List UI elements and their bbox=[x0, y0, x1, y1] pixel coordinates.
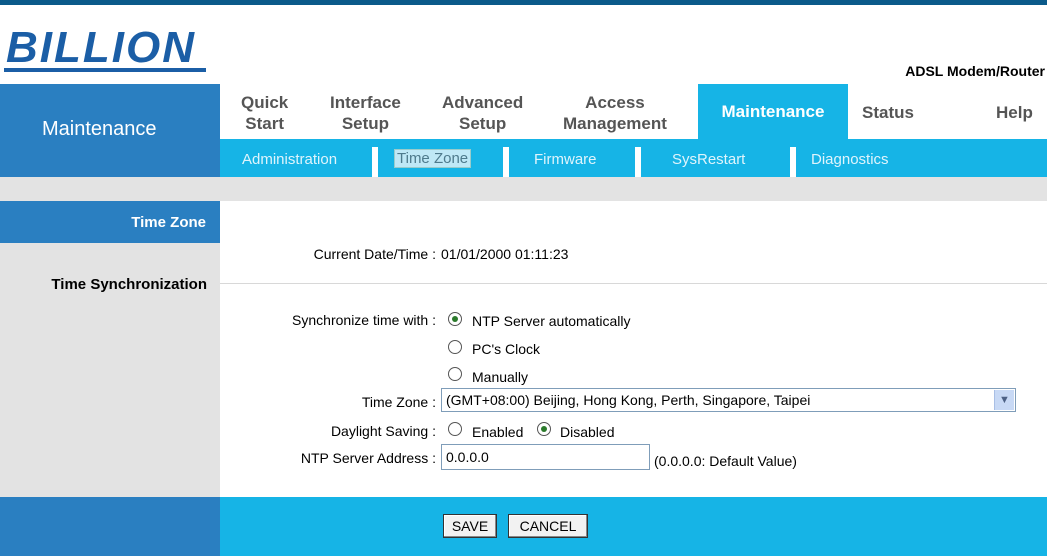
menu-quick-start[interactable]: Quick Start bbox=[241, 92, 288, 134]
submenu-separator bbox=[503, 147, 509, 177]
save-button[interactable]: SAVE bbox=[443, 514, 497, 538]
billion-logo: BILLION bbox=[2, 24, 208, 80]
submenu-time-zone[interactable]: Time Zone bbox=[394, 149, 472, 168]
left-nav-header: Maintenance bbox=[0, 84, 220, 177]
section-title-time-sync: Time Synchronization bbox=[51, 276, 207, 293]
radio-ntp-server-label: NTP Server automatically bbox=[472, 313, 631, 329]
radio-dst-enabled[interactable] bbox=[448, 422, 462, 436]
section-sidebar bbox=[0, 201, 220, 497]
section-title-time-zone: Time Zone bbox=[0, 201, 220, 243]
submenu-diagnostics[interactable]: Diagnostics bbox=[811, 151, 889, 168]
radio-pc-clock-label: PC's Clock bbox=[472, 341, 541, 357]
time-zone-select[interactable]: (GMT+08:00) Beijing, Hong Kong, Perth, S… bbox=[441, 388, 1016, 412]
svg-text:BILLION: BILLION bbox=[6, 24, 196, 72]
product-name: ADSL Modem/Router bbox=[905, 63, 1045, 79]
main-menu: Quick Start Interface Setup Advanced Set… bbox=[220, 84, 1047, 139]
submenu-sysrestart[interactable]: SysRestart bbox=[672, 151, 745, 168]
menu-status[interactable]: Status bbox=[862, 102, 914, 123]
current-datetime-value: 01/01/2000 01:11:23 bbox=[441, 246, 569, 262]
radio-dst-disabled-label: Disabled bbox=[560, 424, 615, 440]
radio-ntp-server[interactable] bbox=[448, 312, 462, 326]
submenu-separator bbox=[790, 147, 796, 177]
submenu-separator bbox=[372, 147, 378, 177]
menu-maintenance[interactable]: Maintenance bbox=[698, 84, 848, 139]
footer-left-block bbox=[0, 497, 220, 556]
ntp-address-hint: (0.0.0.0: Default Value) bbox=[654, 453, 797, 469]
submenu-administration[interactable]: Administration bbox=[242, 151, 337, 168]
current-datetime-label: Current Date/Time : bbox=[313, 246, 436, 262]
section-divider bbox=[220, 283, 1047, 284]
radio-manually[interactable] bbox=[448, 367, 462, 381]
sync-label: Synchronize time with : bbox=[292, 312, 436, 328]
radio-manually-label: Manually bbox=[472, 369, 529, 385]
time-zone-select-value: (GMT+08:00) Beijing, Hong Kong, Perth, S… bbox=[446, 392, 811, 408]
left-nav-title: Maintenance bbox=[42, 118, 157, 140]
menu-advanced-setup[interactable]: Advanced Setup bbox=[442, 92, 523, 134]
submenu-firmware[interactable]: Firmware bbox=[534, 151, 597, 168]
menu-interface-setup[interactable]: Interface Setup bbox=[330, 92, 401, 134]
daylight-saving-label: Daylight Saving : bbox=[330, 423, 436, 439]
chevron-down-icon[interactable]: ▼ bbox=[994, 390, 1014, 410]
ntp-address-label: NTP Server Address : bbox=[300, 450, 436, 466]
time-zone-label: Time Zone : bbox=[361, 394, 436, 410]
spacer-band bbox=[0, 177, 1047, 201]
menu-help[interactable]: Help bbox=[996, 102, 1033, 123]
radio-dst-enabled-label: Enabled bbox=[472, 424, 524, 440]
sub-menu: Administration Time Zone Firmware SysRes… bbox=[220, 139, 1047, 177]
submenu-separator bbox=[635, 147, 641, 177]
ntp-address-input[interactable] bbox=[441, 444, 650, 470]
radio-pc-clock[interactable] bbox=[448, 340, 462, 354]
cancel-button[interactable]: CANCEL bbox=[508, 514, 588, 538]
menu-access-management[interactable]: Access Management bbox=[563, 92, 667, 134]
top-border-line bbox=[0, 0, 1047, 5]
radio-dst-disabled[interactable] bbox=[537, 422, 551, 436]
